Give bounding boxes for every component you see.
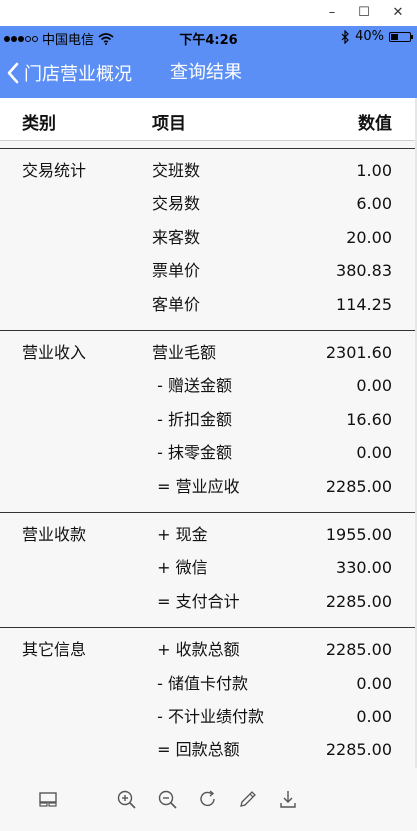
refresh-icon[interactable] (197, 788, 219, 810)
row-item: 交易数 (152, 194, 201, 214)
back-label: 门店营业概况 (24, 64, 132, 85)
row-item: + 收款总额 (152, 640, 240, 660)
edit-icon[interactable] (237, 788, 259, 810)
battery-icon (389, 31, 413, 42)
table-header: 类别 项目 数值 (0, 98, 417, 141)
battery-percent: 40% (355, 29, 384, 44)
minimize-button[interactable]: – (320, 3, 344, 23)
group-divider (0, 148, 417, 149)
window-chrome: – ☐ ✕ (0, 0, 417, 26)
row-item: 营业毛额 (152, 343, 217, 362)
close-button[interactable]: ✕ (386, 3, 410, 23)
row-value: 16.60 (346, 409, 392, 429)
bottom-toolbar (0, 768, 417, 831)
group-divider (0, 330, 417, 331)
group-divider (0, 627, 417, 629)
row-value: 20.00 (346, 227, 392, 247)
row-item: - 储值卡付款 (152, 673, 248, 693)
row-value: 0.00 (356, 673, 392, 693)
layout-icon[interactable] (37, 788, 59, 810)
chevron-left-icon (7, 62, 19, 84)
header-item: 项目 (152, 114, 186, 134)
header-category: 类别 (22, 114, 56, 134)
group-category: 营业收入 (22, 343, 87, 362)
row-item: 票单价 (152, 261, 201, 281)
row-value: 1.00 (356, 161, 392, 180)
row-value: 2285.00 (325, 740, 392, 760)
row-item: 来客数 (152, 227, 201, 247)
row-value: 6.00 (356, 194, 392, 214)
row-value: 114.25 (336, 294, 392, 314)
row-item: - 不计业绩付款 (152, 707, 264, 726)
group-category: 其它信息 (22, 640, 87, 660)
row-item: - 折扣金额 (152, 409, 232, 429)
zoom-in-icon[interactable] (115, 788, 137, 810)
row-item: = 营业应收 (152, 476, 240, 496)
header-value: 数值 (358, 114, 392, 134)
group-category: 营业收款 (22, 525, 87, 544)
row-item: 客单价 (152, 294, 201, 314)
row-value: 0.00 (356, 707, 392, 726)
row-value: 330.00 (336, 558, 392, 578)
row-item: + 现金 (152, 525, 208, 544)
nav-bar: 门店营业概况 查询结果 (0, 48, 417, 98)
page-title: 查询结果 (170, 62, 242, 83)
zoom-out-icon[interactable] (156, 788, 178, 810)
group-category: 交易统计 (22, 161, 87, 180)
bluetooth-icon (341, 29, 349, 44)
row-value: 1955.00 (325, 525, 392, 544)
row-value: 2301.60 (325, 343, 392, 362)
row-value: 2285.00 (325, 640, 392, 660)
row-value: 0.00 (356, 443, 392, 463)
row-item: = 回款总额 (152, 740, 240, 760)
row-value: 2285.00 (325, 591, 392, 611)
row-item: - 抹零金额 (152, 443, 232, 463)
row-item: = 支付合计 (152, 591, 240, 611)
status-bar: 中国电信 下午4:26 40% (0, 26, 417, 48)
download-icon[interactable] (277, 788, 299, 810)
back-button[interactable]: 门店营业概况 (6, 58, 132, 88)
group-divider (0, 512, 417, 513)
maximize-button[interactable]: ☐ (352, 3, 376, 23)
row-item: + 微信 (152, 558, 208, 578)
row-item: - 赠送金额 (152, 376, 232, 396)
row-value: 2285.00 (325, 476, 392, 496)
row-value: 0.00 (356, 376, 392, 396)
row-value: 380.83 (336, 261, 392, 281)
row-item: 交班数 (152, 161, 201, 180)
